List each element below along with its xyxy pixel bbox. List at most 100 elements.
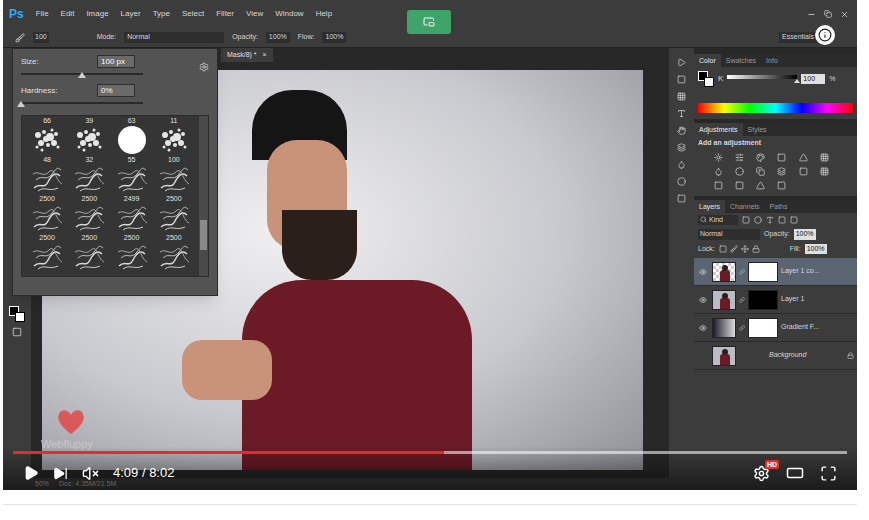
layer-row[interactable]: Gradient F... (694, 314, 857, 342)
brush-preset[interactable] (111, 242, 153, 272)
brush-preset[interactable]: 48 (26, 125, 68, 164)
muted-volume-icon[interactable] (82, 465, 99, 482)
menu-item[interactable]: Edit (61, 8, 75, 20)
dock-icon[interactable] (677, 143, 686, 152)
tab-close[interactable]: × (263, 50, 267, 61)
brush-preset[interactable] (153, 242, 195, 272)
brush-size[interactable]: 100 (33, 32, 49, 43)
brush-preset[interactable]: 55 (111, 125, 153, 164)
brush-preset[interactable] (68, 242, 110, 272)
adjustment-icon[interactable] (820, 167, 829, 176)
eye-icon[interactable] (699, 324, 707, 332)
adjustment-icon[interactable] (777, 181, 786, 190)
adjustment-icon[interactable] (756, 181, 765, 190)
ps-logo[interactable]: Ps (9, 5, 24, 23)
panel-tab[interactable]: Color (694, 54, 721, 67)
dock-icon[interactable] (677, 92, 686, 101)
fill-field[interactable]: 100% (805, 244, 827, 255)
document-tab[interactable]: Mask/8) *× (221, 48, 273, 62)
adjustment-icon[interactable] (714, 181, 723, 190)
fullscreen-icon[interactable] (820, 465, 837, 482)
lock-icon[interactable] (719, 245, 727, 253)
dock-icon[interactable] (677, 177, 686, 186)
dock-icon[interactable] (677, 194, 686, 203)
lock-icon[interactable] (741, 245, 749, 253)
brush-preset[interactable]: 2499 (111, 164, 153, 203)
adjustment-icon[interactable] (799, 167, 808, 176)
adjustment-icon[interactable] (735, 167, 744, 176)
dock-icon[interactable] (677, 75, 686, 84)
close-icon[interactable] (840, 10, 849, 19)
layer-mask[interactable] (748, 318, 778, 338)
opacity-field[interactable]: 100% (794, 229, 816, 240)
brush-preset[interactable]: 2500 (111, 203, 153, 242)
size-field[interactable]: 100 px (97, 55, 135, 68)
filter-select[interactable]: Kind (698, 215, 738, 226)
menu-item[interactable]: Type (153, 8, 170, 20)
gear-icon[interactable] (199, 62, 209, 72)
eye-icon[interactable] (699, 296, 707, 304)
color-swatches[interactable] (9, 306, 25, 322)
progress-bar[interactable] (13, 451, 847, 454)
brush-icon[interactable] (15, 33, 25, 43)
layer-row[interactable]: Background (694, 342, 857, 370)
hardness-slider[interactable] (21, 99, 143, 107)
pip-overlay-button[interactable] (407, 10, 451, 34)
filter-icon[interactable] (790, 216, 798, 224)
next-icon[interactable] (53, 466, 68, 481)
adjustment-icon[interactable] (714, 167, 723, 176)
panel-tab[interactable]: Channels (725, 200, 765, 213)
menu-item[interactable]: File (36, 8, 49, 20)
brush-preset[interactable]: 2500 (26, 203, 68, 242)
panel-tab[interactable]: Swatches (721, 54, 761, 67)
layer-mask[interactable] (748, 290, 778, 310)
brush-preset[interactable]: 2500 (153, 164, 195, 203)
brush-preset[interactable]: 32 (68, 125, 110, 164)
adjustment-icon[interactable] (714, 153, 723, 162)
panel-tab[interactable]: Info (761, 54, 783, 67)
menu-item[interactable]: Select (182, 8, 204, 20)
opacity-field[interactable]: 100% (266, 32, 290, 43)
dock-icon[interactable] (677, 160, 686, 169)
adjustment-icon[interactable] (756, 167, 765, 176)
brush-preset[interactable]: 2500 (153, 203, 195, 242)
menu-item[interactable]: View (246, 8, 263, 20)
mode-select[interactable]: Normal (124, 32, 224, 43)
flow-field[interactable]: 100% (322, 32, 346, 43)
menu-item[interactable]: Window (275, 8, 303, 20)
settings-button[interactable]: HD (753, 465, 770, 482)
filter-icon[interactable] (742, 216, 750, 224)
panel-tab[interactable]: Paths (765, 200, 793, 213)
adjustment-icon[interactable] (777, 167, 786, 176)
quick-mask-icon[interactable] (12, 327, 22, 337)
eye-icon[interactable] (699, 268, 707, 276)
panel-tab[interactable]: Adjustments (694, 123, 743, 136)
brush-preset[interactable]: 2500 (68, 203, 110, 242)
hardness-field[interactable]: 0% (97, 84, 135, 97)
spectrum-bar[interactable] (698, 103, 853, 113)
theater-mode-icon[interactable] (786, 464, 804, 482)
brush-scrollbar[interactable] (199, 116, 208, 276)
adjustment-icon[interactable] (735, 153, 744, 162)
layer-row[interactable]: Layer 1 co... (694, 258, 857, 286)
panel-tab[interactable]: Styles (743, 123, 772, 136)
filter-icon[interactable] (754, 216, 762, 224)
filter-icon[interactable] (778, 216, 786, 224)
dock-icon[interactable] (677, 126, 686, 135)
brush-preset[interactable] (26, 242, 68, 272)
adjustment-icon[interactable] (820, 153, 829, 162)
adjustment-icon[interactable] (756, 153, 765, 162)
adjustment-icon[interactable] (735, 181, 744, 190)
brush-preset[interactable]: 2500 (26, 164, 68, 203)
dock-icon[interactable] (677, 58, 686, 67)
menu-item[interactable]: Help (316, 8, 332, 20)
play-icon[interactable] (23, 465, 39, 481)
panel-tab[interactable]: Layers (694, 200, 725, 213)
menu-item[interactable]: Layer (121, 8, 141, 20)
channel-slider[interactable] (727, 75, 797, 83)
blend-mode-select[interactable]: Normal (698, 229, 760, 240)
workspace-select[interactable]: Essentials (779, 32, 817, 43)
layer-row[interactable]: Layer 1 (694, 286, 857, 314)
menu-item[interactable]: Filter (216, 8, 234, 20)
dock-icon[interactable] (677, 109, 686, 118)
